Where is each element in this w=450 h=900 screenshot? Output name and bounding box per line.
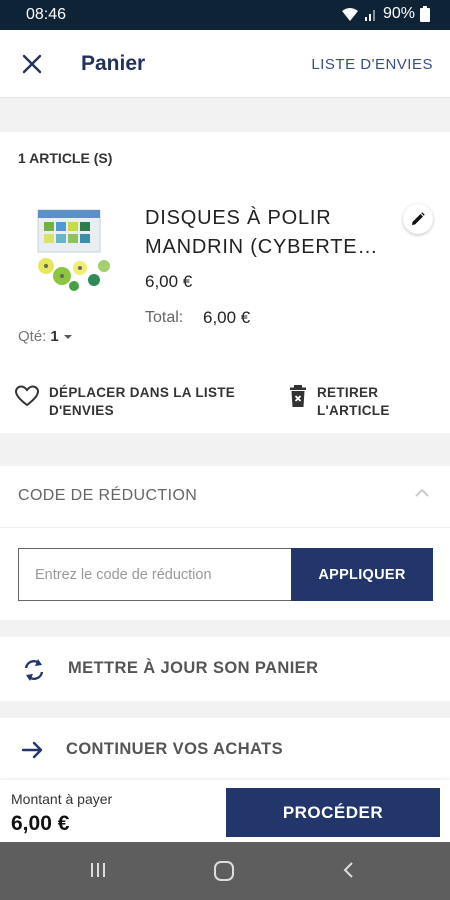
app-header: Panier LISTE D'ENVIES <box>0 30 450 98</box>
arrow-right-icon <box>21 741 43 759</box>
cart-item: DISQUES À POLIR MANDRIN (CYBERTE… 6,00 €… <box>0 180 450 433</box>
close-icon[interactable] <box>20 52 44 76</box>
refresh-icon <box>24 659 44 681</box>
qty-value: 1 <box>50 328 59 345</box>
trash-icon <box>290 385 306 407</box>
qty-label: Qté: <box>18 328 47 345</box>
status-time: 08:46 <box>26 6 67 23</box>
move-label-line2: D'ENVIES <box>49 403 114 418</box>
recent-apps-icon[interactable] <box>88 860 108 880</box>
discount-form: APPLIQUER <box>0 528 450 620</box>
battery-percent: 90% <box>382 5 415 22</box>
checkout-bar: Montant à payer 6,00 € PROCÉDER <box>0 780 450 842</box>
edit-button[interactable] <box>403 204 433 234</box>
proceed-button[interactable]: PROCÉDER <box>226 788 440 837</box>
total-label: Total: <box>145 309 184 326</box>
update-cart-button[interactable]: METTRE À JOUR SON PANIER <box>0 637 450 701</box>
dropdown-arrow-icon <box>63 334 72 339</box>
product-name-line2: MANDRIN (CYBERTE… <box>145 236 379 258</box>
status-icons: 90% <box>341 5 430 23</box>
remove-item-button[interactable]: RETIRER L'ARTICLE <box>288 384 390 420</box>
product-image[interactable] <box>28 206 116 296</box>
heart-icon <box>14 385 40 407</box>
system-nav-bar <box>0 842 450 900</box>
remove-label-line1: RETIRER <box>317 385 379 400</box>
total-value: 6,00 € <box>203 308 251 327</box>
chevron-up-icon[interactable] <box>414 488 430 498</box>
status-bar: 08:46 90% <box>0 0 450 30</box>
page-title: Panier <box>81 52 146 75</box>
cart-count-bar: 1 ARTICLE (S) <box>0 132 450 180</box>
quantity-selector[interactable]: Qté: 1 <box>18 328 73 345</box>
update-cart-label: METTRE À JOUR SON PANIER <box>68 659 319 677</box>
product-price: 6,00 € <box>145 272 193 291</box>
cart-count-label: 1 ARTICLE (S) <box>18 150 113 166</box>
product-name[interactable]: DISQUES À POLIR MANDRIN (CYBERTE… <box>145 204 400 262</box>
continue-shopping-label: CONTINUER VOS ACHATS <box>66 740 284 758</box>
move-label-line1: DÉPLACER DANS LA LISTE <box>49 385 236 400</box>
product-name-line1: DISQUES À POLIR <box>145 207 332 229</box>
amount-value: 6,00 € <box>11 812 70 835</box>
discount-code-input[interactable] <box>18 548 292 601</box>
move-to-wishlist-button[interactable]: DÉPLACER DANS LA LISTE D'ENVIES <box>14 384 235 420</box>
amount-label: Montant à payer <box>11 791 113 807</box>
remove-label-line2: L'ARTICLE <box>317 403 390 418</box>
continue-shopping-button[interactable]: CONTINUER VOS ACHATS <box>0 718 450 782</box>
home-icon[interactable] <box>212 860 236 882</box>
discount-section-header[interactable]: CODE DE RÉDUCTION <box>0 466 450 528</box>
wishlist-link[interactable]: LISTE D'ENVIES <box>311 56 433 73</box>
pencil-icon <box>412 212 425 225</box>
apply-button[interactable]: APPLIQUER <box>291 548 433 601</box>
signal-icon <box>364 10 375 21</box>
battery-icon <box>420 6 430 22</box>
discount-heading: CODE DE RÉDUCTION <box>18 487 198 504</box>
wifi-icon <box>341 8 358 21</box>
back-icon[interactable] <box>340 860 356 880</box>
